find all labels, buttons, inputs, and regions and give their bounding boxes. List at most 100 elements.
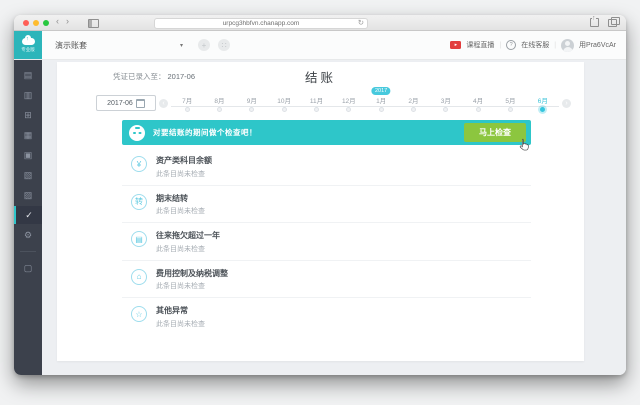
check-item-row[interactable]: ☆ 其他异常 此条目尚未检查	[122, 298, 531, 335]
timeline-month-9[interactable]: 3月	[430, 91, 462, 115]
forward-icon[interactable]: ›	[66, 16, 69, 26]
sidebar-item-nav-7[interactable]: ▨	[14, 185, 42, 205]
timeline-month-11[interactable]: 5月	[494, 91, 526, 115]
nav-4-icon: ▦	[23, 129, 33, 140]
timeline-month-6[interactable]: 12月	[333, 91, 365, 115]
cloud-upload-icon	[21, 34, 35, 45]
account-set-dropdown[interactable]: 演示账套 ▾	[55, 40, 183, 51]
check-item-title: 费用控制及纳税调整	[156, 268, 228, 278]
nav-2-icon: ▥	[23, 89, 33, 100]
user-name[interactable]: 用Pra6VcAr	[579, 40, 616, 50]
timeline-month-3[interactable]: 9月	[236, 91, 268, 115]
divider: |	[554, 41, 557, 49]
online-support-link[interactable]: 在线客服	[521, 40, 549, 50]
sidebar-item-archive[interactable]: ▢	[14, 258, 42, 278]
vouchers-entered-label: 凭证已录入至：	[113, 72, 166, 81]
nav-7-icon: ▨	[23, 189, 33, 200]
timeline-month-8[interactable]: 2月	[397, 91, 429, 115]
tabs-overview-icon[interactable]	[608, 17, 620, 27]
zoom-window-button[interactable]	[43, 19, 49, 26]
check-item-text: 资产类科目余额 此条目尚未检查	[156, 155, 212, 179]
timeline-month-7[interactable]: 2017 1月	[365, 87, 397, 115]
timeline-month-12[interactable]: 6月	[527, 91, 559, 115]
timeline-month-4[interactable]: 10月	[268, 91, 300, 115]
month-label: 1月	[376, 98, 387, 105]
month-dot	[249, 107, 255, 112]
add-button[interactable]: +	[198, 39, 210, 51]
check-item-text: 费用控制及纳税调整 此条目尚未检查	[156, 268, 228, 292]
month-dot	[313, 107, 319, 112]
check-item-row[interactable]: ▤ 往来拖欠超过一年 此条目尚未检查	[122, 223, 531, 261]
apps-grid-button[interactable]: ∷	[218, 39, 230, 51]
sidebar: ▤ ▥ ⊞ ▦ ▣ ▧ ▨ ✓ ⚙ ▢	[14, 60, 42, 375]
sidebar-item-settings[interactable]: ⚙	[14, 225, 42, 245]
month-dot	[346, 107, 352, 112]
vouchers-entered-value: 2017-06	[167, 72, 196, 81]
help-icon: ?	[506, 40, 517, 50]
account-set-label: 演示账套	[55, 40, 87, 50]
sidebar-item-nav-5[interactable]: ▣	[14, 145, 42, 165]
timeline-month-10[interactable]: 4月	[462, 91, 494, 115]
check-item-row[interactable]: ⌂ 费用控制及纳税调整 此条目尚未检查	[122, 261, 531, 298]
check-item-row[interactable]: ¥ 资产类科目余额 此条目尚未检查	[122, 148, 531, 186]
carryover-icon: 转	[131, 193, 147, 210]
timeline-next-button[interactable]: ›	[562, 98, 571, 108]
month-label: 9月	[246, 98, 257, 105]
minimize-window-button[interactable]	[33, 19, 39, 26]
check-now-button[interactable]: 马上检查	[464, 123, 529, 151]
month-dot	[443, 107, 449, 112]
refresh-icon[interactable]: ↻	[358, 18, 364, 27]
sidebar-item-nav-3[interactable]: ⊞	[14, 105, 42, 125]
hand-cursor-icon	[519, 138, 529, 151]
month-dot	[507, 107, 513, 112]
check-items-list: ¥ 资产类科目余额 此条目尚未检查转期末结转 此条目尚未检查 ▤ 往来拖欠超过一年 此条目尚…	[122, 148, 531, 335]
tax-icon: ⌂	[131, 268, 147, 285]
close-window-button[interactable]	[23, 19, 29, 26]
card-header: 凭证已录入至： 2017-06 结账	[57, 62, 584, 91]
url-text: urpcg3hbfvn.chanapp.com	[222, 19, 300, 27]
month-dot	[216, 107, 222, 112]
nav-buttons: ‹ ›	[56, 16, 69, 26]
month-dot	[410, 107, 416, 112]
divider: |	[499, 41, 502, 49]
check-item-status: 此条目尚未检查	[156, 208, 205, 215]
timeline-month-2[interactable]: 8月	[203, 91, 235, 115]
currency-icon: ¥	[131, 156, 147, 172]
timeline-prev-button[interactable]: ‹	[159, 98, 168, 108]
edition-label: 专业版	[21, 46, 35, 52]
month-label: 2月	[408, 98, 419, 105]
month-label: 10月	[277, 98, 292, 105]
closing-card: 凭证已录入至： 2017-06 结账 2017-06 ‹ 7月 8月 9月 10月 11…	[57, 62, 584, 361]
month-label: 4月	[473, 98, 484, 105]
month-dot	[378, 107, 384, 112]
nav-1-icon: ▤	[23, 69, 33, 80]
sidebar-item-nav-1[interactable]: ▤	[14, 65, 42, 85]
window-controls	[23, 19, 49, 26]
check-item-title: 其他异常	[156, 306, 188, 315]
chevron-down-icon: ▾	[179, 42, 183, 49]
avatar[interactable]	[561, 38, 575, 52]
month-dot	[540, 107, 546, 112]
timeline-month-5[interactable]: 11月	[300, 91, 332, 115]
check-item-row[interactable]: 转期末结转 此条目尚未检查	[122, 186, 531, 223]
period-timeline: 2017-06 ‹ 7月 8月 9月 10月 11月 12月 2017 1月 2月 3月 4月 5月 6…	[57, 87, 584, 115]
live-course-link[interactable]: 课程直播	[466, 40, 494, 50]
month-label: 5月	[505, 98, 516, 105]
period-date-picker[interactable]: 2017-06	[96, 95, 156, 111]
check-now-label: 马上检查	[479, 128, 511, 137]
app-topbar: 专业版 演示账套 ▾ + ∷ ▸ 课程直播 | ? 在线客服 | 用Pra6Vc…	[14, 31, 626, 60]
period-date-value: 2017-06	[107, 99, 133, 107]
timeline-month-1[interactable]: 7月	[171, 91, 203, 115]
sidebar-item-nav-2[interactable]: ▥	[14, 85, 42, 105]
check-item-title: 资产类科目余额	[156, 156, 212, 165]
check-item-text: 往来拖欠超过一年 此条目尚未检查	[156, 230, 220, 254]
sidebar-item-nav-4[interactable]: ▦	[14, 125, 42, 145]
sidebar-item-closing[interactable]: ✓	[14, 206, 42, 224]
sidebar-item-nav-6[interactable]: ▧	[14, 165, 42, 185]
back-icon[interactable]: ‹	[56, 16, 59, 26]
sidebar-toggle-icon[interactable]	[88, 19, 99, 28]
address-bar[interactable]: urpcg3hbfvn.chanapp.com ↻	[154, 17, 368, 29]
share-icon[interactable]	[590, 15, 599, 27]
check-item-status: 此条目尚未检查	[156, 170, 205, 178]
month-dot	[281, 107, 287, 112]
